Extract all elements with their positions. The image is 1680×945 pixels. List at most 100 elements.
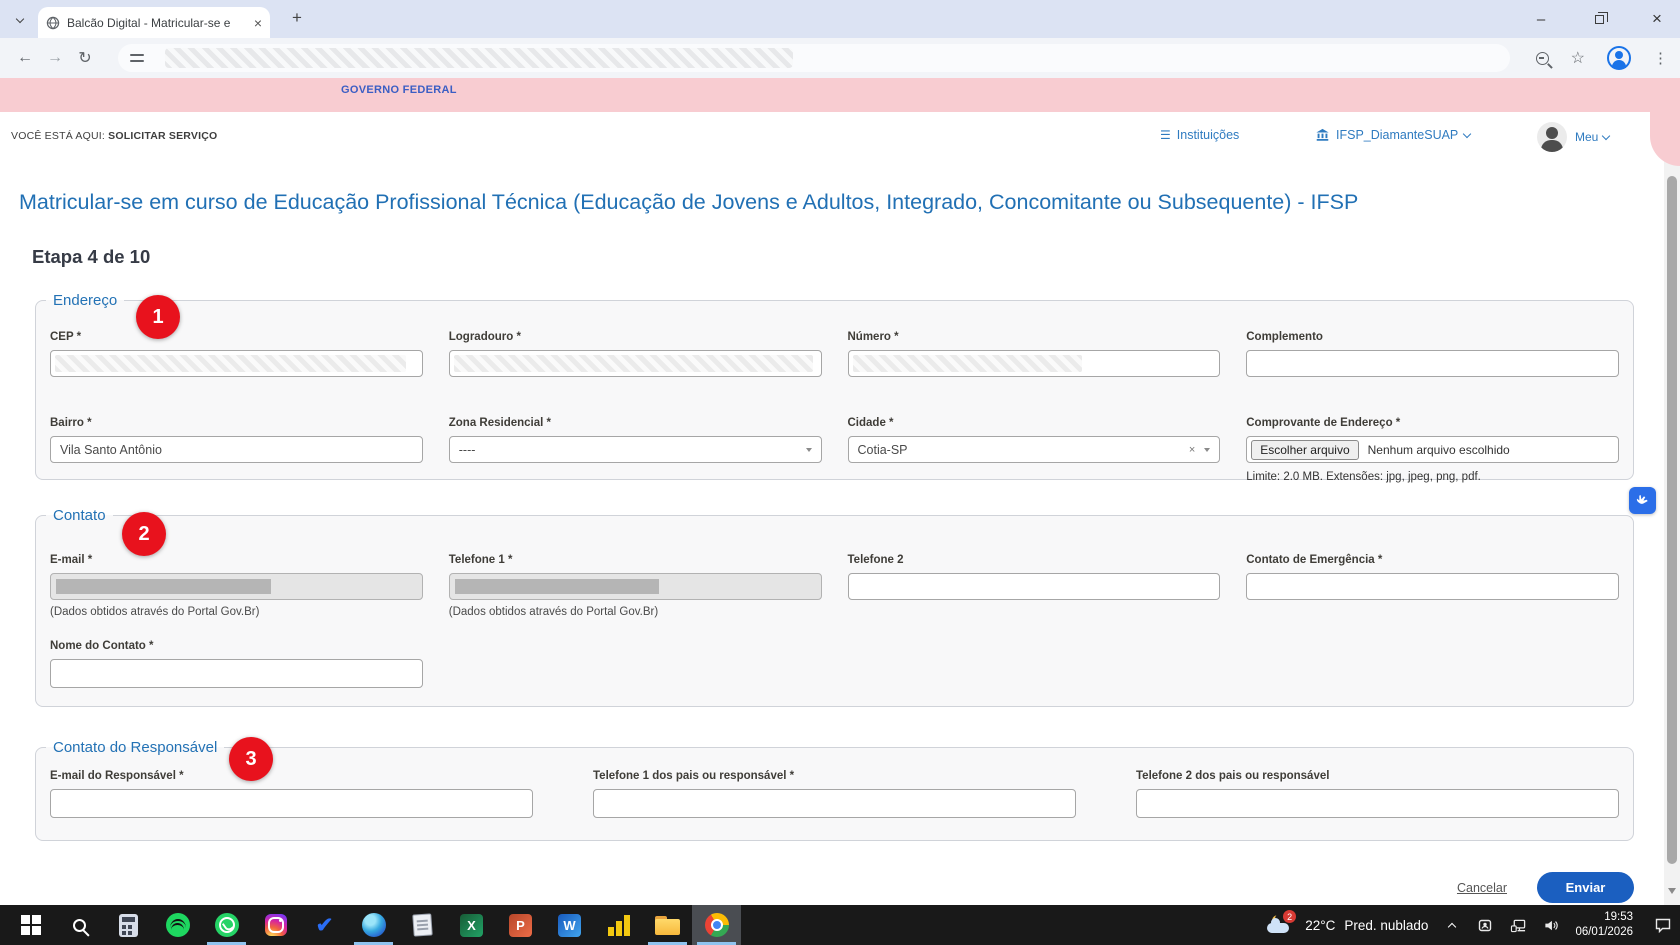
cidade-select[interactable]: Cotia-SP × bbox=[848, 436, 1221, 463]
telefone1-responsavel-label: Telefone 1 dos pais ou responsável * bbox=[593, 770, 1076, 782]
file-status: Nenhum arquivo escolhido bbox=[1368, 443, 1510, 457]
address-bar[interactable] bbox=[118, 44, 1510, 72]
taskbar-powerpoint[interactable]: P bbox=[496, 905, 545, 945]
excel-icon: X bbox=[460, 914, 483, 937]
govbr-note: (Dados obtidos através do Portal Gov.Br) bbox=[50, 606, 423, 618]
tray-expand-chevron[interactable] bbox=[1443, 916, 1461, 934]
scrollbar-thumb[interactable] bbox=[1667, 176, 1677, 864]
nav-institution-switcher[interactable]: IFSP_DiamanteSUAP bbox=[1315, 128, 1470, 142]
volume-icon[interactable] bbox=[1542, 916, 1560, 934]
taskbar-edge[interactable] bbox=[349, 905, 398, 945]
govbr-note: (Dados obtidos através do Portal Gov.Br) bbox=[449, 606, 822, 618]
new-tab-button[interactable]: + bbox=[292, 8, 302, 28]
taskbar-apps: ✔ X P W bbox=[0, 905, 741, 945]
submit-button[interactable]: Enviar bbox=[1537, 872, 1634, 903]
comprovante-file-input[interactable]: Escolher arquivo Nenhum arquivo escolhid… bbox=[1246, 436, 1619, 463]
taskbar-instagram[interactable] bbox=[251, 905, 300, 945]
numero-input[interactable] bbox=[848, 350, 1221, 377]
telefone2-responsavel-input[interactable] bbox=[1136, 789, 1619, 818]
browser-tab-strip: Balcão Digital - Matricular-se e × + – × bbox=[0, 0, 1680, 38]
taskbar-chrome-active[interactable] bbox=[692, 905, 741, 945]
taskbar-excel[interactable]: X bbox=[447, 905, 496, 945]
browser-toolbar: ← → ↻ bbox=[0, 38, 1680, 78]
taskbar-whatsapp[interactable] bbox=[202, 905, 251, 945]
nome-contato-input[interactable] bbox=[50, 659, 423, 688]
profile-avatar-icon[interactable] bbox=[1607, 46, 1631, 70]
windows-taskbar: ✔ X P W 2 22°C Pred. nublado bbox=[0, 905, 1680, 945]
forward-button[interactable]: → bbox=[40, 49, 70, 67]
taskbar-clock[interactable]: 19:53 06/01/2026 bbox=[1575, 910, 1633, 940]
notepad-icon bbox=[412, 913, 432, 936]
scrollbar-down-arrow[interactable] bbox=[1668, 888, 1676, 894]
start-button[interactable] bbox=[6, 905, 55, 945]
banner-corner bbox=[1650, 78, 1680, 166]
powerpoint-icon: P bbox=[509, 914, 532, 937]
taskbar-file-explorer[interactable] bbox=[643, 905, 692, 945]
back-button[interactable]: ← bbox=[10, 49, 40, 67]
user-menu[interactable]: Meu bbox=[1537, 122, 1609, 152]
window-close-button[interactable]: × bbox=[1648, 10, 1666, 28]
tray-app-icon[interactable] bbox=[1476, 916, 1494, 934]
instituicoes-label: Instituições bbox=[1177, 128, 1240, 142]
edge-icon bbox=[362, 913, 386, 937]
vlibras-accessibility-button[interactable] bbox=[1629, 487, 1656, 514]
emergencia-input[interactable] bbox=[1246, 573, 1619, 600]
weather-icon: 2 bbox=[1266, 912, 1296, 938]
zoom-icon[interactable] bbox=[1536, 52, 1549, 65]
chevron-down-icon bbox=[1463, 129, 1471, 137]
notification-chat-icon[interactable] bbox=[1654, 916, 1672, 934]
user-menu-label: Meu bbox=[1575, 130, 1598, 144]
bank-icon bbox=[1315, 128, 1330, 142]
window-restore-button[interactable] bbox=[1590, 10, 1608, 28]
telefone1-responsavel-input[interactable] bbox=[593, 789, 1076, 818]
bookmark-star-icon[interactable]: ☆ bbox=[1571, 48, 1585, 68]
taskbar-word[interactable]: W bbox=[545, 905, 594, 945]
breadcrumb: VOCÊ ESTÁ AQUI: SOLICITAR SERVIÇO bbox=[11, 130, 217, 142]
redacted-value bbox=[853, 355, 1083, 372]
zona-select[interactable]: ---- bbox=[449, 436, 822, 463]
institution-name: IFSP_DiamanteSUAP bbox=[1336, 128, 1458, 142]
cep-input[interactable] bbox=[50, 350, 423, 377]
telefone2-label: Telefone 2 bbox=[848, 554, 1221, 566]
taskbar-todo[interactable]: ✔ bbox=[300, 905, 349, 945]
word-icon: W bbox=[558, 914, 581, 937]
cidade-label: Cidade * bbox=[848, 417, 1221, 429]
reload-button[interactable]: ↻ bbox=[70, 48, 100, 68]
telefone2-input[interactable] bbox=[848, 573, 1221, 600]
taskbar-calculator[interactable] bbox=[104, 905, 153, 945]
tab-search-button[interactable] bbox=[10, 10, 30, 30]
bairro-input[interactable]: Vila Santo Antônio bbox=[50, 436, 423, 463]
window-minimize-button[interactable]: – bbox=[1532, 10, 1550, 28]
browser-tab[interactable]: Balcão Digital - Matricular-se e × bbox=[38, 7, 270, 38]
clear-selection-icon[interactable]: × bbox=[1189, 444, 1204, 456]
weather-widget[interactable]: 2 22°C Pred. nublado bbox=[1266, 912, 1428, 938]
choose-file-button[interactable]: Escolher arquivo bbox=[1251, 440, 1358, 460]
step-indicator: Etapa 4 de 10 bbox=[32, 246, 150, 268]
cloud-icon bbox=[1267, 923, 1289, 933]
logradouro-label: Logradouro * bbox=[449, 331, 822, 343]
restore-icon bbox=[1595, 15, 1604, 24]
taskbar-powerbi[interactable] bbox=[594, 905, 643, 945]
telefone2-responsavel-label: Telefone 2 dos pais ou responsável bbox=[1136, 770, 1619, 782]
file-help-text: Limite: 2.0 MB. Extensões: jpg, jpeg, pn… bbox=[1246, 471, 1619, 483]
tab-close-icon[interactable]: × bbox=[254, 16, 262, 30]
complemento-input[interactable] bbox=[1246, 350, 1619, 377]
taskbar-status-area: 2 22°C Pred. nublado 19:53 06/01/2026 bbox=[1266, 905, 1680, 945]
redacted-value bbox=[55, 355, 406, 372]
step-badge-3: 3 bbox=[229, 737, 273, 781]
taskbar-spotify[interactable] bbox=[153, 905, 202, 945]
nav-instituicoes[interactable]: ☰ Instituições bbox=[1160, 128, 1239, 142]
email-responsavel-input[interactable] bbox=[50, 789, 533, 818]
section-endereco: Endereço 1 CEP * Logradouro * Número * C… bbox=[35, 292, 1634, 480]
network-icon[interactable] bbox=[1509, 916, 1527, 934]
page-title: Matricular-se em curso de Educação Profi… bbox=[19, 190, 1649, 215]
browser-menu-icon[interactable]: ⋮ bbox=[1653, 49, 1668, 67]
taskbar-search-button[interactable] bbox=[55, 905, 104, 945]
logradouro-input[interactable] bbox=[449, 350, 822, 377]
spotify-icon bbox=[166, 913, 190, 937]
cancel-link[interactable]: Cancelar bbox=[1457, 881, 1507, 895]
chrome-icon bbox=[705, 913, 729, 937]
hands-icon bbox=[1634, 492, 1651, 509]
site-settings-icon[interactable] bbox=[130, 52, 144, 64]
taskbar-notepad[interactable] bbox=[398, 905, 447, 945]
